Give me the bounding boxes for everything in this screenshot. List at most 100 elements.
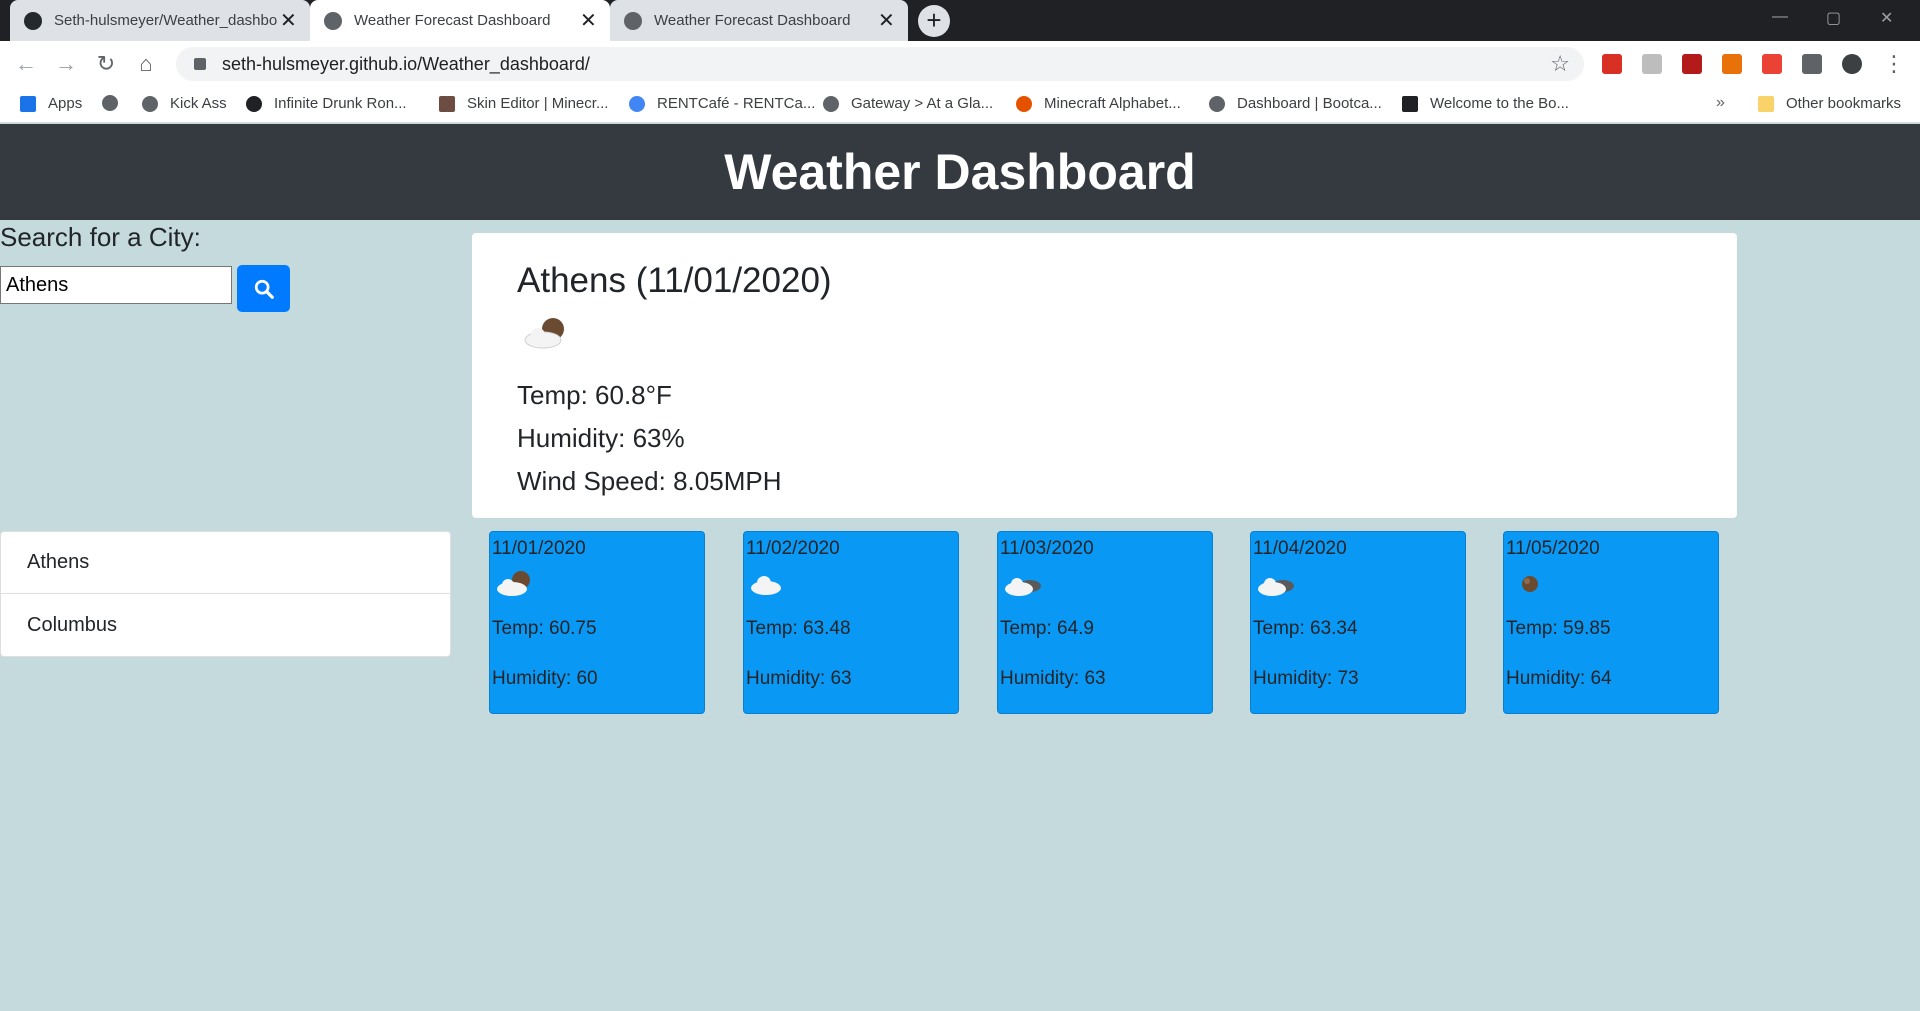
url-text[interactable]: seth-hulsmeyer.github.io/Weather_dashboa… xyxy=(222,54,590,75)
search-label: Search for a City: xyxy=(0,222,201,252)
forecast-temp: Temp: 63.48 xyxy=(746,618,851,639)
extension-icon[interactable] xyxy=(1602,54,1622,74)
broken-clouds-icon xyxy=(1258,578,1294,596)
address-bar[interactable]: seth-hulsmeyer.github.io/Weather_dashboa… xyxy=(176,47,1584,81)
forecast-card: 11/04/2020 Temp: 63.34 Humidity: 73 xyxy=(1250,531,1466,714)
bookmark-welcome[interactable]: Welcome to the Bo... xyxy=(1402,95,1569,112)
bookmark-minecraft-alphabet[interactable]: Minecraft Alphabet... xyxy=(1016,95,1181,112)
avatar[interactable] xyxy=(1842,54,1862,74)
star-icon[interactable]: ☆ xyxy=(1550,51,1570,77)
forecast-humidity: Humidity: 73 xyxy=(1253,668,1359,689)
search-history-list: Athens Columbus xyxy=(0,531,451,657)
bookmarks-more-button[interactable]: » xyxy=(1716,94,1725,112)
new-tab-button[interactable]: + xyxy=(918,5,950,37)
cloud-icon xyxy=(751,576,781,595)
forecast-card: 11/05/2020 Temp: 59.85 Humidity: 64 xyxy=(1503,531,1719,714)
bookmark-label: Apps xyxy=(48,95,83,112)
forecast-temp: Temp: 63.34 xyxy=(1253,618,1358,639)
bookmark-kick-ass[interactable]: Kick Ass xyxy=(142,95,227,112)
current-humidity: Humidity: 63% xyxy=(517,423,685,453)
reload-icon[interactable]: ↻ xyxy=(92,50,120,78)
bookmark-label: RENTCafé - RENTCa... xyxy=(657,95,816,112)
forecast-date: 11/04/2020 xyxy=(1253,538,1347,559)
lock-icon[interactable] xyxy=(194,58,206,70)
bookmark-label: Dashboard | Bootca... xyxy=(1237,95,1382,112)
menu-icon[interactable]: ⋮ xyxy=(1880,50,1908,78)
back-icon[interactable]: ← xyxy=(12,50,40,78)
extension-icon[interactable] xyxy=(1762,54,1782,74)
tab-title: Weather Forecast Dashboard xyxy=(654,12,851,29)
bookmark-infinite-drunk[interactable]: Infinite Drunk Ron... xyxy=(246,95,407,112)
bookmark-label: Infinite Drunk Ron... xyxy=(274,95,407,112)
forecast-card: 11/02/2020 Temp: 63.48 Humidity: 63 xyxy=(743,531,959,714)
github-icon xyxy=(24,11,42,30)
bookmark-rentcafe[interactable]: RENTCafé - RENTCa... xyxy=(629,95,815,112)
bookmark-dashboard[interactable]: Dashboard | Bootca... xyxy=(1209,95,1382,112)
bookmarks-bar: Apps Kick Ass Infinite Drunk Ron... Skin… xyxy=(0,87,1920,123)
forecast-humidity: Humidity: 63 xyxy=(1000,668,1106,689)
browser-tab-active[interactable]: Weather Forecast Dashboard ✕ xyxy=(310,0,610,41)
extensions-icon[interactable] xyxy=(1802,54,1822,74)
minimize-icon[interactable]: — xyxy=(1772,8,1788,26)
pdf-extension-icon[interactable] xyxy=(1682,54,1702,74)
search-button[interactable] xyxy=(237,265,290,312)
tab-title: Weather Forecast Dashboard xyxy=(354,12,551,29)
current-weather-card: Athens (11/01/2020) Temp: 60.8°F Humidit… xyxy=(472,233,1737,518)
other-bookmarks[interactable]: Other bookmarks xyxy=(1758,95,1901,112)
book-icon xyxy=(1402,95,1418,112)
history-item-athens[interactable]: Athens xyxy=(0,531,451,594)
bookmark-skin-editor[interactable]: Skin Editor | Minecr... xyxy=(439,95,608,112)
current-wind-speed: Wind Speed: 8.05MPH xyxy=(517,466,782,496)
browser-tab-strip: Seth-hulsmeyer/Weather_dashbo ✕ Weather … xyxy=(0,0,1920,41)
clear-night-icon xyxy=(1522,576,1538,592)
forecast-date: 11/02/2020 xyxy=(746,538,840,559)
page-header: Weather Dashboard xyxy=(0,124,1920,220)
browser-tab-third[interactable]: Weather Forecast Dashboard ✕ xyxy=(610,0,908,41)
forecast-card: 11/01/2020 Temp: 60.75 Humidity: 60 xyxy=(489,531,705,714)
forecast-humidity: Humidity: 60 xyxy=(492,668,598,689)
bookmark-label: Welcome to the Bo... xyxy=(1430,95,1569,112)
current-city-title: Athens (11/01/2020) xyxy=(517,261,832,300)
bookmark-globe[interactable] xyxy=(102,95,130,111)
window-close-icon[interactable]: ✕ xyxy=(1880,8,1893,28)
chrome-icon xyxy=(629,95,645,112)
broken-clouds-icon xyxy=(1005,578,1041,596)
forecast-temp: Temp: 64.9 xyxy=(1000,618,1094,639)
forecast-date: 11/03/2020 xyxy=(1000,538,1094,559)
partly-cloudy-night-icon xyxy=(524,318,564,349)
forecast-humidity: Humidity: 64 xyxy=(1506,668,1612,689)
search-icon xyxy=(254,279,274,299)
close-icon[interactable]: ✕ xyxy=(280,8,297,33)
browser-toolbar: ← → ↻ ⌂ seth-hulsmeyer.github.io/Weather… xyxy=(0,41,1920,87)
page-title: Weather Dashboard xyxy=(724,144,1196,200)
folder-icon xyxy=(1758,95,1774,112)
bookmark-label: Minecraft Alphabet... xyxy=(1044,95,1181,112)
current-temp: Temp: 60.8°F xyxy=(517,380,672,410)
city-search-input[interactable] xyxy=(0,266,232,304)
brave-extension-icon[interactable] xyxy=(1722,54,1742,74)
apps-icon xyxy=(20,95,36,112)
maximize-icon[interactable]: ▢ xyxy=(1826,8,1841,28)
bookmark-apps[interactable]: Apps xyxy=(20,95,82,112)
browser-tab-github[interactable]: Seth-hulsmeyer/Weather_dashbo ✕ xyxy=(10,0,310,41)
globe-icon xyxy=(324,11,342,30)
forecast-temp: Temp: 59.85 xyxy=(1506,618,1611,639)
close-icon[interactable]: ✕ xyxy=(580,8,597,33)
bookmark-label: Other bookmarks xyxy=(1786,95,1902,112)
home-icon[interactable]: ⌂ xyxy=(132,50,160,78)
globe-icon xyxy=(823,95,839,112)
partly-cloudy-night-icon xyxy=(497,571,530,596)
bookmark-gateway[interactable]: Gateway > At a Gla... xyxy=(823,95,993,112)
close-icon[interactable]: ✕ xyxy=(878,8,895,33)
history-item-columbus[interactable]: Columbus xyxy=(0,594,451,657)
tab-title: Seth-hulsmeyer/Weather_dashbo xyxy=(54,12,278,29)
globe-icon xyxy=(142,95,158,112)
forecast-date: 11/01/2020 xyxy=(492,538,586,559)
extension-icon[interactable] xyxy=(1642,54,1662,74)
forward-icon[interactable]: → xyxy=(52,50,80,78)
globe-icon xyxy=(624,11,642,30)
shield-icon xyxy=(246,95,262,112)
forecast-humidity: Humidity: 63 xyxy=(746,668,852,689)
globe-icon xyxy=(102,95,118,111)
forecast-card: 11/03/2020 Temp: 64.9 Humidity: 63 xyxy=(997,531,1213,714)
